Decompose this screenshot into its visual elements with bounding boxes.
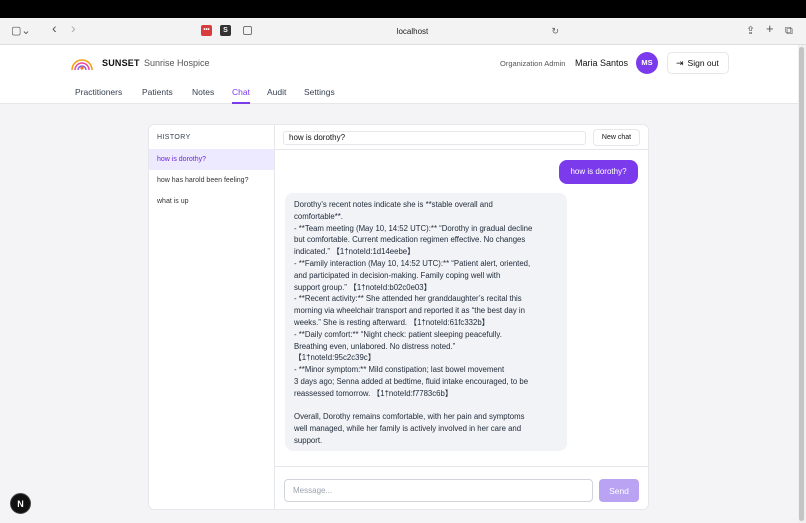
history-heading: HISTORY: [157, 134, 191, 141]
conversation-title-field[interactable]: how is dorothy?: [283, 131, 586, 145]
tab-practitioners[interactable]: Practitioners: [75, 87, 122, 104]
history-sidebar: HISTORY how is dorothy? how has harold b…: [149, 125, 275, 509]
assistant-message-line: but comfortable. Current medication regi…: [294, 235, 526, 245]
extension-icon[interactable]: •••: [201, 25, 212, 36]
page-scrollbar[interactable]: [798, 45, 806, 523]
assistant-message: Dorothy’s recent notes indicate she is *…: [285, 193, 567, 451]
assistant-message-line: support group.” 【1†noteId:b02c0e03】: [294, 282, 432, 292]
assistant-message-line: 【1†noteId:95c2c39c】: [294, 353, 376, 363]
reader-icon[interactable]: [243, 26, 252, 35]
assistant-message-line: morning via wheelchair transport and rep…: [294, 306, 525, 316]
conversation-header: how is dorothy? New chat: [275, 125, 648, 150]
forward-icon[interactable]: ›: [71, 21, 76, 35]
tab-audit[interactable]: Audit: [267, 87, 286, 104]
assistant-message-line: support.: [294, 435, 323, 445]
send-button[interactable]: Send: [599, 479, 639, 502]
message-composer: Send: [275, 466, 648, 509]
new-tab-icon[interactable]: +: [766, 22, 774, 36]
message-input[interactable]: [284, 479, 593, 502]
assistant-message-line: Overall, Dorothy remains comfortable, wi…: [294, 412, 525, 422]
assistant-message-line: and participated in decision-making. Fam…: [294, 270, 501, 280]
assistant-message-line: - **Family interaction (May 10, 14:52 UT…: [294, 258, 531, 268]
assistant-message-line: - **Minor symptom:** Mild constipation; …: [294, 365, 505, 375]
address-bar[interactable]: localhost ↻: [260, 23, 565, 40]
assistant-message-line: Breathing even, unlabored. No distress n…: [294, 341, 456, 351]
assistant-message-line: comfortable**.: [294, 211, 343, 221]
user-role: Organization Admin: [500, 59, 566, 68]
tab-patients[interactable]: Patients: [142, 87, 173, 104]
assistant-message-line: weeks.” She is resting afterward. 【1†not…: [294, 317, 490, 327]
assistant-message-line: - **Daily comfort:** “Night check: patie…: [294, 329, 502, 339]
organization-name: Sunrise Hospice: [144, 58, 210, 68]
share-icon[interactable]: ⇪: [746, 24, 755, 38]
new-chat-button[interactable]: New chat: [593, 129, 640, 146]
assistant-message-line: well managed, while her family is active…: [294, 424, 522, 434]
tab-settings[interactable]: Settings: [304, 87, 335, 104]
back-icon[interactable]: ‹: [52, 21, 57, 35]
user-name: Maria Santos: [575, 58, 629, 68]
sign-out-icon: ⇥: [676, 58, 684, 68]
avatar[interactable]: MS: [636, 52, 658, 74]
chat-panel: HISTORY how is dorothy? how has harold b…: [148, 124, 649, 510]
extension-s-icon[interactable]: S: [220, 25, 231, 36]
system-top-bar: [0, 0, 806, 18]
reload-icon[interactable]: ↻: [551, 23, 559, 40]
brand-name: SUNSET: [102, 58, 140, 68]
tab-chat[interactable]: Chat: [232, 87, 250, 104]
history-item[interactable]: what is up: [149, 191, 274, 212]
assistant-message-line: - **Recent activity:** She attended her …: [294, 294, 522, 304]
sign-out-button[interactable]: ⇥ Sign out: [667, 52, 729, 74]
dev-tools-badge[interactable]: N: [10, 493, 31, 514]
assistant-message-line: reassessed tomorrow. 【1†noteId:f7783c6b】: [294, 388, 453, 398]
browser-toolbar: ▢⌄ ‹ › ••• S localhost ↻ ⇪ + ⧉: [0, 18, 806, 45]
assistant-message-line: - **Team meeting (May 10, 14:52 UTC):** …: [294, 223, 533, 233]
app-header: SUNSET Sunrise Hospice Organization Admi…: [0, 45, 798, 104]
tab-overview-icon[interactable]: ⧉: [785, 24, 793, 38]
assistant-message-line: indicated.” 【1†noteId:1d14eebe】: [294, 247, 415, 257]
assistant-message-line: Dorothy’s recent notes indicate she is *…: [294, 200, 493, 209]
url-text: localhost: [396, 27, 429, 36]
assistant-message-line: [294, 400, 558, 412]
history-item[interactable]: how is dorothy?: [149, 149, 274, 170]
sunset-logo-icon: [71, 59, 93, 70]
history-item[interactable]: how has harold been feeling?: [149, 170, 274, 191]
conversation-area: how is dorothy? New chat how is dorothy?…: [275, 125, 648, 509]
sign-out-label: Sign out: [687, 58, 719, 68]
assistant-message-line: 3 days ago; Senna added at bedtime, flui…: [294, 376, 529, 386]
sidebar-toggle-icon[interactable]: ▢⌄: [11, 24, 31, 38]
tab-notes[interactable]: Notes: [192, 87, 214, 104]
user-message: how is dorothy?: [559, 160, 638, 184]
app: SUNSET Sunrise Hospice Organization Admi…: [0, 45, 798, 523]
scrollbar-thumb[interactable]: [799, 47, 804, 521]
